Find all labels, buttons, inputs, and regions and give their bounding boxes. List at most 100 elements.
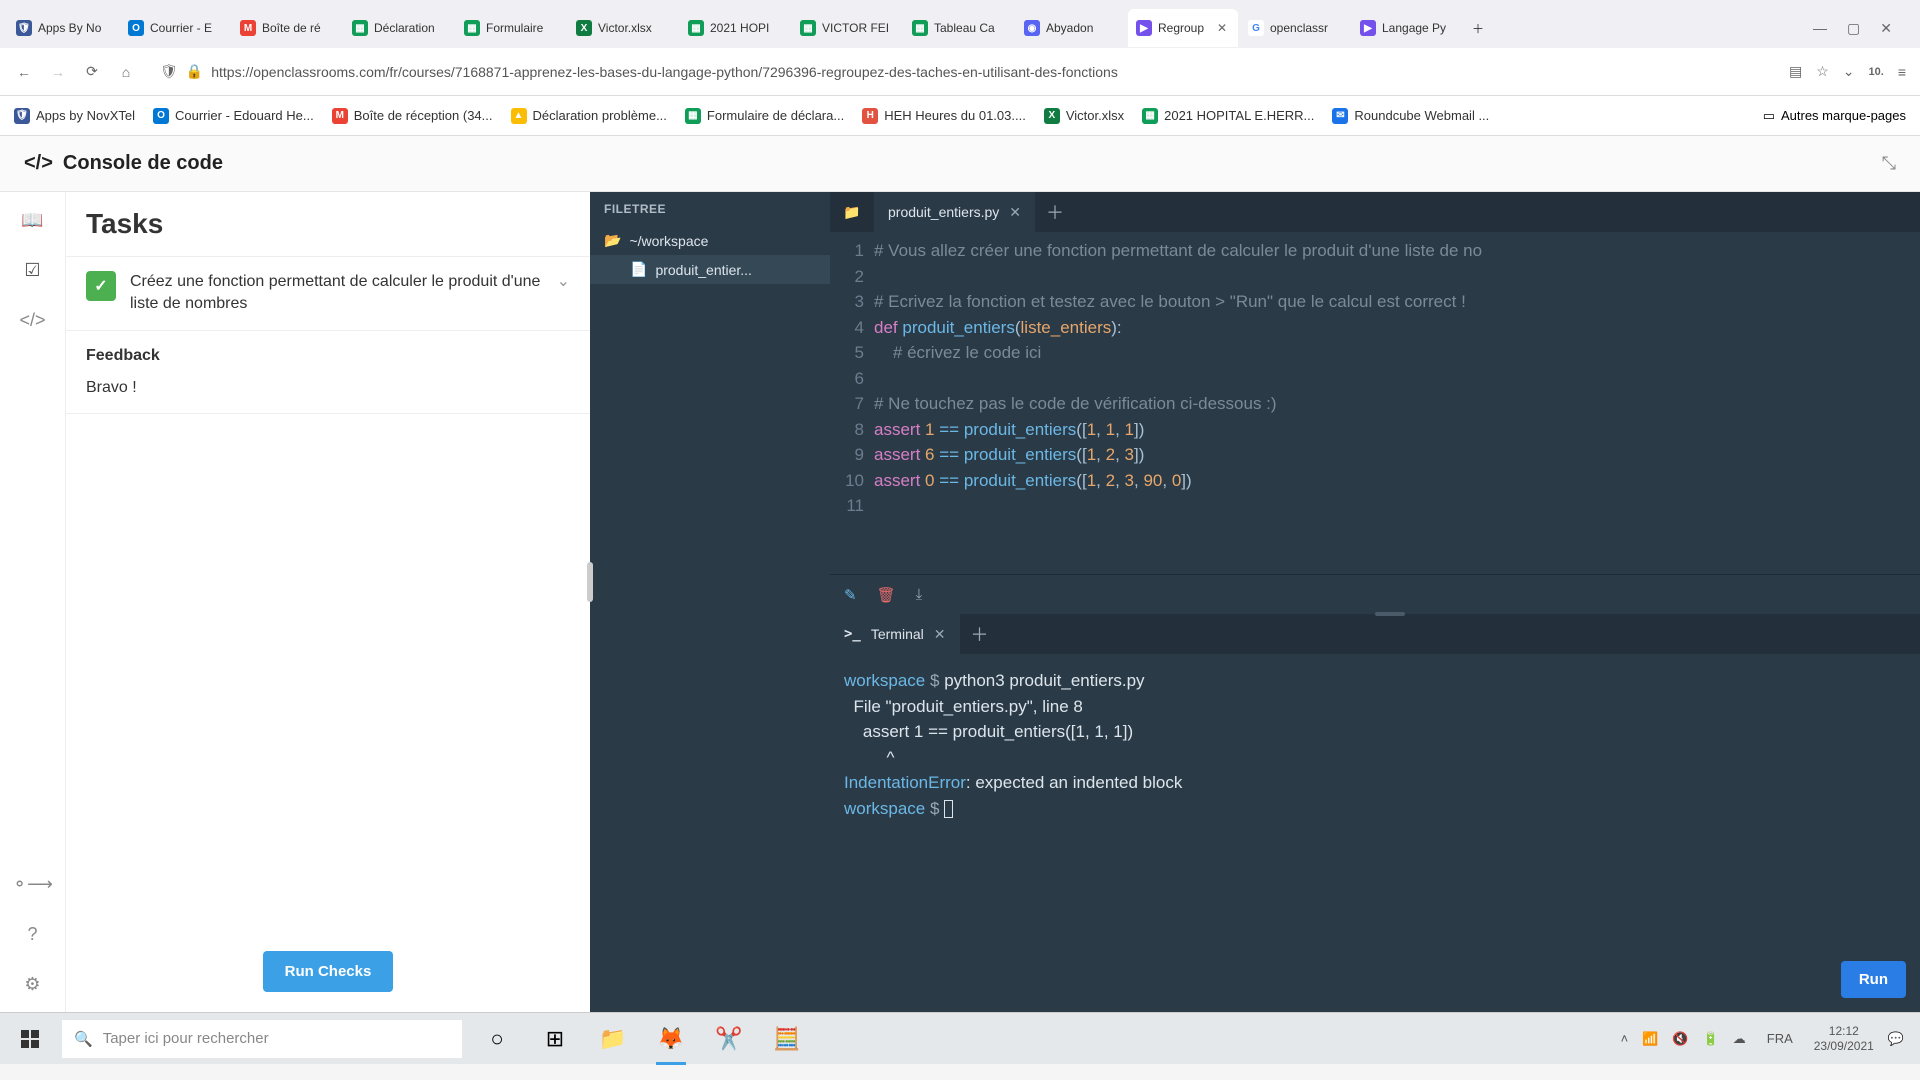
bookmark[interactable]: ▲Déclaration problème... xyxy=(511,108,667,124)
chevron-up-icon[interactable]: ˄ xyxy=(1621,1031,1629,1046)
maximize-icon[interactable]: ▢ xyxy=(1847,20,1860,37)
pocket-icon[interactable]: ⌄ xyxy=(1843,63,1855,80)
edit-icon[interactable]: ✎ xyxy=(844,586,857,604)
battery-icon[interactable]: 🔋 xyxy=(1703,1031,1719,1047)
filetree-root[interactable]: 📂 ~/workspace xyxy=(590,226,830,255)
share-icon[interactable]: ⚬⟶ xyxy=(19,870,47,898)
clock[interactable]: 12:12 23/09/2021 xyxy=(1814,1024,1874,1053)
add-terminal-button[interactable]: ＋ xyxy=(960,621,1000,647)
language-indicator[interactable]: FRA xyxy=(1760,1028,1800,1049)
feedback-text: Bravo ! xyxy=(86,379,570,397)
browser-tab[interactable]: MBoîte de ré xyxy=(232,9,342,47)
browser-tab[interactable]: OCourrier - E xyxy=(120,9,230,47)
lock-icon: 🔒 xyxy=(186,63,203,80)
explorer-icon[interactable]: 📁 xyxy=(588,1013,638,1065)
bookmark[interactable]: ✉Roundcube Webmail ... xyxy=(1332,108,1489,124)
firefox-icon[interactable]: 🦊 xyxy=(646,1013,696,1065)
close-icon[interactable]: ✕ xyxy=(934,626,946,643)
chevron-down-icon[interactable]: ⌄ xyxy=(557,271,570,291)
filetree-header: FILETREE xyxy=(590,192,830,226)
browser-tab[interactable]: ▦Formulaire xyxy=(456,9,566,47)
book-icon[interactable]: 📖 xyxy=(19,206,47,234)
terminal-tabs: >_ Terminal ✕ ＋ xyxy=(830,614,1920,654)
bookmark[interactable]: HHEH Heures du 01.03.... xyxy=(862,108,1026,124)
calculator-icon[interactable]: 🧮 xyxy=(762,1013,812,1065)
close-icon[interactable]: ✕ xyxy=(1214,20,1230,36)
cortana-icon[interactable]: ○ xyxy=(472,1013,522,1065)
wifi-icon[interactable]: 📶 xyxy=(1642,1031,1658,1047)
tasks-panel: Tasks ✓ Créez une fonction permettant de… xyxy=(66,192,590,1012)
bookmark[interactable]: ▦Formulaire de déclara... xyxy=(685,108,844,124)
task-view-icon[interactable]: ⊞ xyxy=(530,1013,580,1065)
reader-icon[interactable]: ▤ xyxy=(1789,63,1802,80)
feedback-section: Feedback Bravo ! xyxy=(66,331,590,414)
browser-tab[interactable]: XVictor.xlsx xyxy=(568,9,678,47)
tasks-icon[interactable]: ☑ xyxy=(19,256,47,284)
check-icon: ✓ xyxy=(86,271,116,301)
add-tab-button[interactable]: ＋ xyxy=(1035,199,1075,225)
tasks-header: Tasks xyxy=(66,192,590,256)
minimize-icon[interactable]: — xyxy=(1813,20,1827,37)
badge: 10. xyxy=(1869,66,1884,78)
close-window-icon[interactable]: ✕ xyxy=(1880,20,1892,37)
left-rail: 📖 ☑ </> ⚬⟶ ? ⚙ xyxy=(0,192,66,1012)
systray: ˄ 📶 🔇 🔋 ☁ FRA 12:12 23/09/2021 💬 xyxy=(1605,1024,1920,1053)
filetree-file[interactable]: 📄 produit_entier... xyxy=(590,255,830,284)
url-text: https://openclassrooms.com/fr/courses/71… xyxy=(211,64,1118,80)
resize-handle[interactable] xyxy=(1375,612,1405,616)
main-row: 📖 ☑ </> ⚬⟶ ? ⚙ Tasks ✓ Créez une fonctio… xyxy=(0,192,1920,1012)
download-icon[interactable]: ⤓ xyxy=(916,586,923,603)
browser-tab[interactable]: ▦Déclaration xyxy=(344,9,454,47)
task-item[interactable]: ✓ Créez une fonction permettant de calcu… xyxy=(66,256,590,331)
bookmark-star-icon[interactable]: ☆ xyxy=(1816,63,1829,80)
onedrive-icon[interactable]: ☁ xyxy=(1733,1031,1746,1047)
bookmark[interactable]: ▦2021 HOPITAL E.HERR... xyxy=(1142,108,1314,124)
browser-tab[interactable]: ◉Abyadon xyxy=(1016,9,1126,47)
notifications-icon[interactable]: 💬 xyxy=(1888,1031,1904,1047)
shield-icon: 🛡 xyxy=(160,63,178,80)
collapse-icon[interactable]: ⤡ xyxy=(1882,153,1896,174)
close-icon[interactable]: ✕ xyxy=(1009,204,1021,221)
home-button[interactable]: ⌂ xyxy=(116,62,136,82)
reload-button[interactable]: ⟳ xyxy=(82,62,102,82)
search-icon: 🔍 xyxy=(74,1030,93,1048)
search-placeholder: Taper ici pour rechercher xyxy=(103,1030,269,1047)
other-bookmarks[interactable]: ▭Autres marque-pages xyxy=(1763,108,1906,124)
forward-button[interactable]: → xyxy=(48,62,68,82)
folder-open-icon: 📂 xyxy=(604,232,621,249)
console-header: </> Console de code ⤡ xyxy=(0,136,1920,192)
url-box[interactable]: 🛡 🔒 https://openclassrooms.com/fr/course… xyxy=(150,57,1775,86)
volume-icon[interactable]: 🔇 xyxy=(1672,1031,1688,1047)
trash-icon[interactable]: 🗑 xyxy=(877,586,896,604)
browser-tab[interactable]: ▦2021 HOPI xyxy=(680,9,790,47)
terminal-tab[interactable]: >_ Terminal ✕ xyxy=(830,614,960,654)
run-button[interactable]: Run xyxy=(1841,961,1906,998)
bookmark[interactable]: 🛡Apps by NovXTel xyxy=(14,108,135,124)
bookmark[interactable]: OCourrier - Edouard He... xyxy=(153,108,314,124)
editor-tab[interactable]: produit_entiers.py ✕ xyxy=(874,192,1035,232)
browser-tab-active[interactable]: ▶Regroup✕ xyxy=(1128,9,1238,47)
browser-tab[interactable]: Gopenclassr xyxy=(1240,9,1350,47)
taskbar-search[interactable]: 🔍 Taper ici pour rechercher xyxy=(62,1020,462,1058)
help-icon[interactable]: ? xyxy=(19,920,47,948)
new-tab-button[interactable]: ＋ xyxy=(1464,9,1504,47)
menu-icon[interactable]: ≡ xyxy=(1898,64,1906,80)
snip-icon[interactable]: ✂️ xyxy=(704,1013,754,1065)
browser-tab[interactable]: ▶Langage Py xyxy=(1352,9,1462,47)
back-button[interactable]: ← xyxy=(14,62,34,82)
browser-tab[interactable]: 🛡Apps By No xyxy=(8,9,118,47)
run-checks-button[interactable]: Run Checks xyxy=(263,951,394,992)
code-editor[interactable]: 1# Vous allez créer une fonction permett… xyxy=(830,232,1920,574)
code-rail-icon[interactable]: </> xyxy=(19,306,47,334)
terminal-body[interactable]: workspace $ python3 produit_entiers.py F… xyxy=(830,654,1920,1012)
start-button[interactable] xyxy=(0,1013,60,1065)
settings-icon[interactable]: ⚙ xyxy=(19,970,47,998)
editor-panel: 📁 produit_entiers.py ✕ ＋ 1# Vous allez c… xyxy=(830,192,1920,1012)
bookmark[interactable]: XVictor.xlsx xyxy=(1044,108,1124,124)
browser-tab[interactable]: ▦Tableau Ca xyxy=(904,9,1014,47)
terminal-icon: >_ xyxy=(844,626,861,642)
bookmark[interactable]: MBoîte de réception (34... xyxy=(332,108,493,124)
browser-tab[interactable]: ▦VICTOR FEI xyxy=(792,9,902,47)
splitter-handle[interactable] xyxy=(587,562,593,602)
folder-icon[interactable]: 📁 xyxy=(830,192,874,232)
